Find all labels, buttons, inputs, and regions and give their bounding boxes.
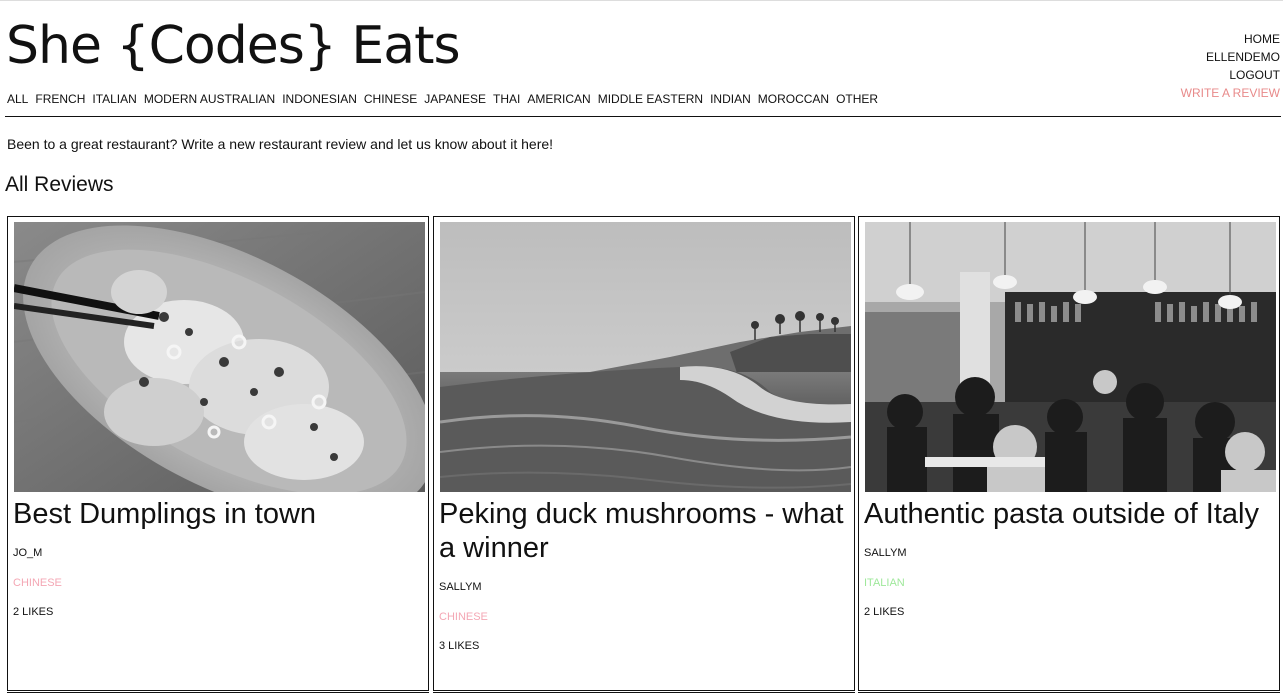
review-category[interactable]: ITALIAN bbox=[864, 576, 905, 590]
review-card[interactable]: Best Dumplings in town JO_M CHINESE 2 LI… bbox=[7, 216, 429, 691]
review-author[interactable]: SALLYM bbox=[439, 580, 482, 594]
nav-link-middle-eastern[interactable]: MIDDLE EASTERN bbox=[598, 92, 703, 106]
review-likes: 2 LIKES bbox=[13, 606, 54, 618]
site-title[interactable]: She {Codes} Eats bbox=[6, 14, 461, 78]
account-nav: HOME ELLENDEMO LOGOUT WRITE A REVIEW bbox=[1181, 30, 1280, 102]
logout-link[interactable]: LOGOUT bbox=[1181, 66, 1280, 84]
ocean-wave-photo[interactable] bbox=[440, 222, 851, 492]
review-category[interactable]: CHINESE bbox=[439, 610, 488, 624]
intro-text: Been to a great restaurant? Write a new … bbox=[7, 136, 554, 152]
nav-link-japanese[interactable]: JAPANESE bbox=[424, 92, 486, 106]
review-card[interactable]: Authentic pasta outside of Italy SALLYM … bbox=[858, 216, 1280, 691]
review-author[interactable]: SALLYM bbox=[864, 546, 907, 560]
nav-link-chinese[interactable]: CHINESE bbox=[364, 92, 417, 106]
review-title[interactable]: Authentic pasta outside of Italy bbox=[864, 497, 1276, 531]
review-likes: 3 LIKES bbox=[439, 640, 480, 652]
nav-link-moroccan[interactable]: MOROCCAN bbox=[758, 92, 829, 106]
review-title[interactable]: Best Dumplings in town bbox=[13, 497, 425, 531]
cuisine-nav: ALL FRENCH ITALIAN MODERN AUSTRALIAN IND… bbox=[7, 92, 878, 106]
dumplings-photo[interactable] bbox=[14, 222, 425, 492]
review-likes: 2 LIKES bbox=[864, 606, 905, 618]
nav-link-modern-australian[interactable]: MODERN AUSTRALIAN bbox=[144, 92, 275, 106]
user-profile-link[interactable]: ELLENDEMO bbox=[1181, 48, 1280, 66]
home-link[interactable]: HOME bbox=[1181, 30, 1280, 48]
review-card[interactable]: Peking duck mushrooms - what a winner SA… bbox=[433, 216, 855, 691]
review-author[interactable]: JO_M bbox=[13, 546, 42, 560]
next-row-card-border bbox=[7, 692, 429, 693]
header-divider bbox=[5, 116, 1281, 117]
nav-link-indian[interactable]: INDIAN bbox=[710, 92, 751, 106]
site-header: She {Codes} Eats ALL FRENCH ITALIAN MODE… bbox=[0, 0, 1283, 117]
nav-link-french[interactable]: FRENCH bbox=[35, 92, 85, 106]
nav-link-italian[interactable]: ITALIAN bbox=[92, 92, 136, 106]
nav-link-thai[interactable]: THAI bbox=[493, 92, 520, 106]
nav-link-other[interactable]: OTHER bbox=[836, 92, 878, 106]
review-category[interactable]: CHINESE bbox=[13, 576, 62, 590]
nav-link-indonesian[interactable]: INDONESIAN bbox=[282, 92, 357, 106]
write-review-link[interactable]: WRITE A REVIEW bbox=[1181, 84, 1280, 102]
next-row-card-border bbox=[433, 692, 855, 693]
nav-link-american[interactable]: AMERICAN bbox=[527, 92, 590, 106]
next-row-card-border bbox=[858, 692, 1280, 693]
nav-link-all[interactable]: ALL bbox=[7, 92, 28, 106]
restaurant-interior-photo[interactable] bbox=[865, 222, 1276, 492]
section-title: All Reviews bbox=[5, 173, 114, 196]
review-title[interactable]: Peking duck mushrooms - what a winner bbox=[439, 497, 851, 565]
